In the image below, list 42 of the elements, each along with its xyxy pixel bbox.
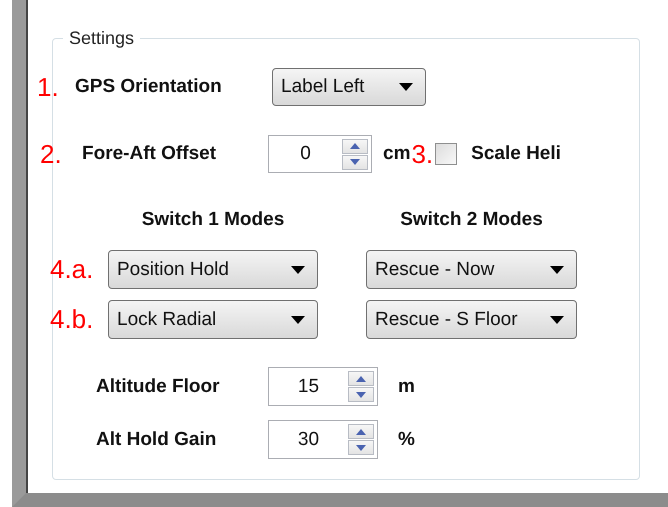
field-label: Alt Hold Gain xyxy=(96,428,218,450)
spin-down-button[interactable] xyxy=(348,387,374,402)
checkbox[interactable] xyxy=(435,143,458,165)
caret-icon xyxy=(399,83,413,91)
caret-icon xyxy=(291,266,305,274)
dropdown[interactable]: Label Left xyxy=(272,68,426,106)
unit-label: m xyxy=(398,376,415,398)
down-arrow-icon xyxy=(356,392,366,398)
up-arrow-icon xyxy=(350,143,360,149)
column-heading: Switch 2 Modes xyxy=(399,209,544,231)
caret-icon xyxy=(550,316,564,324)
spin-up-button[interactable] xyxy=(348,371,374,386)
dropdown[interactable]: Position Hold xyxy=(108,250,318,289)
step-number: 3. xyxy=(411,138,434,170)
dropdown[interactable]: Rescue - S Floor xyxy=(366,300,577,339)
up-arrow-icon xyxy=(356,428,366,434)
field-label: GPS Orientation xyxy=(74,76,223,98)
column-heading: Switch 1 Modes xyxy=(140,209,286,231)
step-number: 1. xyxy=(37,72,60,102)
number-spinner[interactable]: 0 xyxy=(268,135,372,173)
spin-down-button[interactable] xyxy=(342,154,368,170)
unit-label: cm xyxy=(383,143,410,165)
unit-label: % xyxy=(398,428,415,450)
field-label: Fore-Aft Offset xyxy=(82,143,218,165)
dropdown[interactable]: Lock Radial xyxy=(108,300,318,339)
checkbox-label: Scale Heli xyxy=(471,143,561,165)
field-label: Altitude Floor xyxy=(96,376,220,398)
step-number: 4.a. xyxy=(50,254,94,285)
step-number: 4.b. xyxy=(50,304,94,335)
spin-down-button[interactable] xyxy=(348,440,374,455)
number-spinner[interactable]: 30 xyxy=(268,420,378,459)
down-arrow-icon xyxy=(350,159,360,165)
number-spinner[interactable]: 15 xyxy=(268,367,378,406)
spin-up-button[interactable] xyxy=(348,424,374,439)
spin-up-button[interactable] xyxy=(342,138,368,154)
up-arrow-icon xyxy=(356,376,366,382)
caret-icon xyxy=(550,266,564,274)
step-number: 2. xyxy=(40,138,63,170)
dropdown[interactable]: Rescue - Now xyxy=(366,250,577,289)
caret-icon xyxy=(291,316,305,324)
group-title: Settings xyxy=(68,28,136,49)
down-arrow-icon xyxy=(356,444,366,450)
